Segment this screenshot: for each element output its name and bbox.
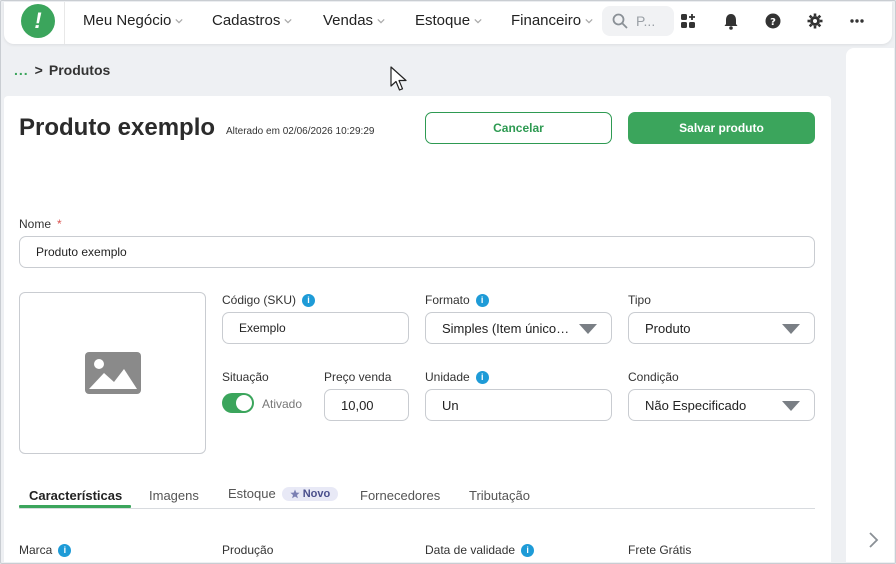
tab-estoque[interactable]: Estoque Novo — [228, 486, 339, 501]
validade-label: Data de validade i — [425, 543, 535, 557]
search-input[interactable]: P... — [602, 6, 674, 36]
info-icon[interactable]: i — [475, 293, 489, 307]
nav-meu-negocio[interactable]: Meu Negócio — [83, 12, 184, 29]
breadcrumb-current[interactable]: Produtos — [49, 62, 110, 78]
tipo-label: Tipo — [628, 293, 651, 307]
tab-fornecedores[interactable]: Fornecedores — [360, 488, 440, 503]
dropdown-arrow-icon — [579, 324, 597, 334]
star-icon — [290, 489, 300, 498]
unidade-value: Un — [442, 397, 459, 413]
toggle-knob — [236, 395, 252, 411]
tab-tributacao[interactable]: Tributação — [469, 488, 530, 503]
search-icon — [612, 13, 628, 29]
nav-financeiro[interactable]: Financeiro — [511, 12, 593, 29]
nav-label: Vendas — [323, 12, 374, 29]
condicao-value: Não Especificado — [645, 397, 747, 413]
logo-glyph: ! — [34, 8, 42, 33]
producao-label: Produção — [222, 543, 274, 557]
mouse-cursor-icon — [390, 66, 407, 91]
info-icon[interactable]: i — [475, 370, 489, 384]
tab-caracteristicas[interactable]: Características — [29, 488, 122, 503]
frete-gratis-label: Frete Grátis — [628, 543, 692, 557]
product-image-upload[interactable] — [19, 292, 206, 454]
info-icon[interactable]: i — [302, 293, 316, 307]
situacao-toggle[interactable] — [222, 393, 254, 413]
breadcrumb-separator: > — [34, 62, 43, 78]
situacao-value: Ativado — [262, 397, 303, 411]
unidade-input[interactable]: Un — [425, 389, 612, 421]
apps-icon[interactable] — [678, 11, 698, 31]
chevron-down-icon — [585, 18, 593, 23]
app-logo[interactable]: ! — [21, 4, 55, 38]
nome-label-text: Nome — [19, 217, 52, 231]
nav-vendas[interactable]: Vendas — [323, 12, 385, 29]
last-modified-text: Alterado em 02/06/2026 10:29:29 — [226, 126, 375, 137]
chevron-down-icon — [284, 18, 292, 23]
preco-value: 10,00 — [341, 397, 374, 413]
new-badge: Novo — [281, 486, 339, 501]
nav-estoque[interactable]: Estoque — [415, 12, 482, 29]
top-navbar: ! Meu Negócio Cadastros Vendas Estoque F… — [4, 2, 892, 44]
active-tab-indicator — [19, 505, 131, 508]
nav-label: Cadastros — [212, 12, 281, 29]
sku-label-text: Código (SKU) — [222, 293, 297, 307]
bell-icon[interactable] — [721, 11, 741, 31]
dropdown-arrow-icon — [782, 401, 800, 411]
new-badge-label: Novo — [302, 487, 331, 500]
preco-label: Preço venda — [324, 370, 392, 384]
tabs-divider — [19, 508, 815, 509]
search-placeholder: P... — [636, 13, 656, 29]
help-icon[interactable]: ? — [763, 11, 783, 31]
right-side-panel — [846, 48, 894, 562]
condicao-label: Condição — [628, 370, 679, 384]
nav-label: Financeiro — [511, 12, 582, 29]
unidade-label-text: Unidade — [425, 370, 470, 384]
tab-estoque-label: Estoque — [228, 486, 276, 501]
nav-label: Meu Negócio — [83, 12, 172, 29]
preco-input[interactable]: 10,00 — [324, 389, 409, 421]
image-placeholder-icon — [84, 352, 141, 394]
nav-cadastros[interactable]: Cadastros — [212, 12, 292, 29]
svg-text:?: ? — [770, 17, 776, 28]
gear-icon[interactable] — [805, 11, 825, 31]
chevron-down-icon — [377, 18, 385, 23]
nome-value: Produto exemplo — [36, 245, 127, 259]
chevron-down-icon — [175, 18, 184, 23]
required-mark: * — [57, 217, 62, 231]
sku-label: Código (SKU) i — [222, 293, 316, 307]
info-icon[interactable]: i — [521, 543, 535, 557]
sku-value: Exemplo — [239, 321, 286, 335]
formato-label: Formato i — [425, 293, 489, 307]
tipo-select[interactable]: Produto — [628, 312, 815, 344]
situacao-label: Situação — [222, 370, 269, 384]
save-product-button[interactable]: Salvar produto — [628, 112, 815, 144]
marca-label: Marca i — [19, 543, 72, 557]
formato-label-text: Formato — [425, 293, 470, 307]
nav-label: Estoque — [415, 12, 471, 29]
more-icon[interactable] — [847, 11, 867, 31]
nome-label: Nome * — [19, 217, 62, 231]
tipo-value: Produto — [645, 320, 691, 336]
marca-label-text: Marca — [19, 543, 53, 557]
nav-divider — [64, 2, 65, 44]
page-title: Produto exemplo — [19, 114, 216, 141]
dropdown-arrow-icon — [782, 324, 800, 334]
unidade-label: Unidade i — [425, 370, 489, 384]
cancel-button[interactable]: Cancelar — [425, 112, 612, 144]
validade-label-text: Data de validade — [425, 543, 516, 557]
tab-imagens[interactable]: Imagens — [149, 488, 199, 503]
condicao-select[interactable]: Não Especificado — [628, 389, 815, 421]
formato-value: Simples (Item único e... — [442, 320, 571, 336]
formato-select[interactable]: Simples (Item único e... — [425, 312, 612, 344]
chevron-right-icon[interactable] — [866, 531, 880, 549]
chevron-down-icon — [474, 18, 482, 23]
nome-input[interactable]: Produto exemplo — [19, 236, 815, 268]
info-icon[interactable]: i — [58, 543, 72, 557]
breadcrumb: ... > Produtos — [14, 62, 110, 78]
sku-input[interactable]: Exemplo — [222, 312, 409, 344]
breadcrumb-ellipsis[interactable]: ... — [14, 62, 29, 78]
